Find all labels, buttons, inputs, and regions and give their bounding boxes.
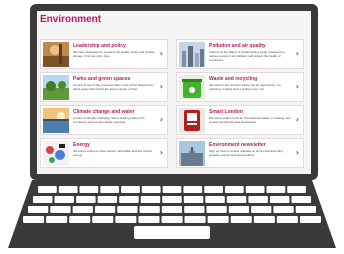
card-description: We want to turn London waste into an opp…	[209, 83, 281, 91]
card-title: Waste and recycling	[209, 76, 258, 82]
card-description: Learn how the Mayor is implementing toug…	[209, 50, 285, 62]
keyboard-key	[248, 196, 268, 203]
card-title: Pollution and air quality	[209, 43, 266, 49]
card-description: London is already changing. We're helpin…	[73, 116, 145, 124]
keyboard-key	[28, 206, 49, 213]
keyboard-key	[141, 186, 161, 193]
keyboard-key	[162, 186, 182, 193]
keyboard-key	[204, 186, 223, 193]
keyboard-key	[184, 206, 205, 213]
card-title: Climate change and water	[73, 109, 135, 115]
keyboard-key	[273, 206, 294, 213]
card-energy[interactable]: Energy We want London to have secure, af…	[40, 138, 168, 168]
keyboard-key	[94, 206, 116, 213]
keyboard-key	[205, 196, 225, 203]
card-environment-newsletter[interactable]: Environment newsletter Sign up now to re…	[176, 138, 304, 168]
parks-image	[43, 75, 69, 100]
keyboard-key	[245, 186, 265, 193]
chevron-right-icon: ›	[295, 115, 299, 124]
card-parks-and-green-spaces[interactable]: Parks and green spaces London is one of …	[40, 72, 168, 102]
card-title: Parks and green spaces	[73, 76, 131, 82]
keyboard-key	[138, 216, 160, 223]
card-waste-and-recycling[interactable]: Waste and recycling We want to turn Lond…	[176, 72, 304, 102]
card-title: Smart London	[209, 109, 243, 115]
browser-screen: Environment Leadership and policy We hav…	[37, 11, 311, 174]
keyboard-key	[183, 196, 204, 203]
chevron-right-icon: ›	[159, 49, 163, 58]
climate-image	[43, 108, 69, 133]
keyboard-key	[253, 216, 275, 223]
keyboard-key	[228, 206, 250, 213]
card-smart-london[interactable]: Smart London We want London to be an int…	[176, 105, 304, 135]
keyboard-key	[117, 206, 138, 213]
card-title: Energy	[73, 142, 90, 148]
pollution-image	[179, 42, 205, 67]
card-description: London is one of the greenest cities in …	[73, 83, 154, 91]
card-title: Leadership and policy	[73, 43, 126, 49]
keyboard-key	[184, 216, 206, 223]
keyboard-key	[100, 186, 120, 193]
chevron-right-icon: ›	[295, 148, 299, 157]
card-description: We want London to be an international le…	[209, 116, 291, 124]
keyboard-key	[97, 196, 118, 203]
card-title: Environment newsletter	[209, 142, 266, 148]
chevron-right-icon: ›	[295, 49, 299, 58]
keyboard-key	[79, 186, 99, 193]
keyboard-key	[161, 206, 183, 213]
energy-image	[43, 141, 69, 166]
keyboard-key	[183, 186, 203, 193]
keyboard-key	[226, 196, 247, 203]
keyboard-key	[46, 216, 68, 223]
keyboard-key	[291, 196, 311, 203]
keyboard-key	[119, 196, 139, 203]
page-title: Environment	[40, 14, 102, 25]
keyboard-key	[92, 216, 114, 223]
chevron-right-icon: ›	[295, 82, 299, 91]
keyboard-key	[251, 206, 272, 213]
chevron-right-icon: ›	[159, 148, 163, 157]
keyboard-key	[38, 186, 57, 193]
recycling-image	[179, 75, 205, 100]
keyboard-key	[23, 216, 45, 223]
card-climate-change-and-water[interactable]: Climate change and water London is alrea…	[40, 105, 168, 135]
trackpad	[134, 226, 210, 239]
card-description: We have strategies for London's air qual…	[73, 50, 155, 58]
keyboard-key	[58, 186, 78, 193]
keyboard-key	[50, 206, 71, 213]
keyboard-key	[299, 216, 321, 223]
keyboard-key	[76, 196, 96, 203]
leadership-image	[43, 42, 69, 67]
keyboard-key	[161, 216, 183, 223]
keyboard-key	[139, 206, 160, 213]
keyboard-key	[72, 206, 93, 213]
card-description: We want London to have secure, affordabl…	[73, 149, 153, 157]
newsletter-image	[179, 141, 205, 166]
keyboard-key	[69, 216, 91, 223]
chevron-right-icon: ›	[159, 82, 163, 91]
card-description: Sign up now to receive updates on enviro…	[209, 149, 284, 157]
keyboard-key	[230, 216, 252, 223]
keyboard-key	[287, 186, 306, 193]
keyboard-key	[224, 186, 244, 193]
keyboard-key	[207, 216, 229, 223]
chevron-right-icon: ›	[159, 115, 163, 124]
keyboard-key	[162, 196, 182, 203]
keyboard-key	[206, 206, 227, 213]
keyboard-key	[121, 186, 140, 193]
keyboard-key	[54, 196, 74, 203]
keyboard-key	[33, 196, 53, 203]
smart-london-image	[179, 108, 205, 133]
keyboard-key	[140, 196, 161, 203]
keyboard-key	[115, 216, 137, 223]
keyboard-key	[266, 186, 286, 193]
card-pollution-and-air-quality[interactable]: Pollution and air quality Learn how the …	[176, 39, 304, 69]
card-leadership-and-policy[interactable]: Leadership and policy We have strategies…	[40, 39, 168, 69]
keyboard-key	[295, 206, 316, 213]
keyboard-key	[269, 196, 290, 203]
keyboard-key	[276, 216, 298, 223]
